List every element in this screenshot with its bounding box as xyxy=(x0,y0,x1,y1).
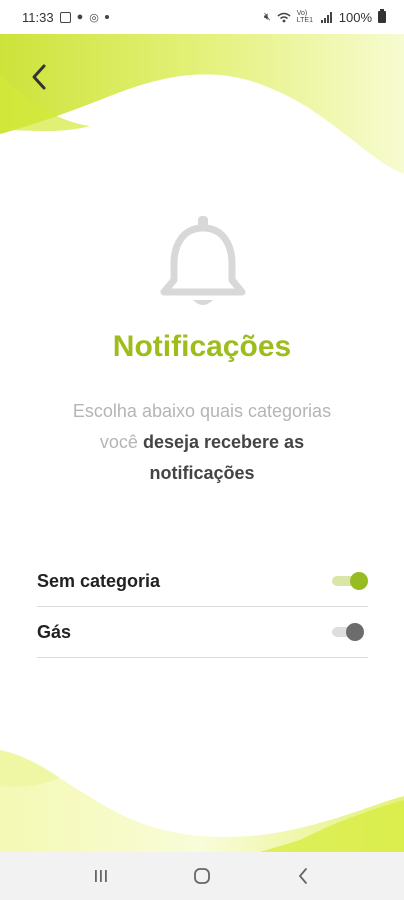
bottom-wave-decoration xyxy=(0,750,404,852)
back-icon xyxy=(299,868,308,884)
network-label: Vo) LTE1 xyxy=(296,10,313,24)
status-bar: 11:33 ● ◎ 🔇︎ Vo) LTE1 100% xyxy=(0,0,404,34)
system-nav-bar xyxy=(0,852,404,900)
home-icon xyxy=(194,868,210,884)
gallery-icon xyxy=(59,11,71,23)
setting-label: Sem categoria xyxy=(37,570,161,591)
battery-icon xyxy=(378,9,386,23)
toggle-gas[interactable] xyxy=(332,621,368,643)
recent-apps-icon xyxy=(94,870,107,882)
recent-apps-button[interactable] xyxy=(81,861,121,891)
setting-row-gas[interactable]: Gás xyxy=(37,607,368,658)
chevron-left-icon xyxy=(32,64,46,90)
mute-icon: 🔇︎ xyxy=(263,10,271,23)
subtitle-line-2-bold: deseja recebere as xyxy=(142,432,305,452)
bell-icon xyxy=(160,216,246,305)
dot-icon xyxy=(104,15,109,19)
subtitle-line-2-plain: você xyxy=(99,432,138,452)
toggle-sem-categoria[interactable] xyxy=(332,570,368,592)
toggle-knob xyxy=(350,572,368,590)
signal-icon xyxy=(320,11,332,23)
subtitle-line-2: você deseja recebere as xyxy=(0,427,404,458)
nav-back-button[interactable] xyxy=(283,861,323,891)
page-subtitle: Escolha abaixo quais categorias você des… xyxy=(0,396,404,489)
instagram-icon: ◎ xyxy=(89,11,99,24)
back-button[interactable] xyxy=(22,60,56,94)
status-right: 🔇︎ Vo) LTE1 100% xyxy=(263,9,386,25)
status-time: 11:33 xyxy=(22,9,54,25)
notification-categories-list: Sem categoria Gás xyxy=(37,556,368,658)
setting-row-sem-categoria[interactable]: Sem categoria xyxy=(37,556,368,607)
subtitle-line-1: Escolha abaixo quais categorias xyxy=(72,401,332,421)
wifi-icon xyxy=(277,12,291,22)
home-button[interactable] xyxy=(182,861,222,891)
toggle-knob xyxy=(346,623,364,641)
top-wave-decoration xyxy=(0,34,404,184)
subtitle-line-3: notificações xyxy=(149,463,255,483)
page-title: Notificações xyxy=(112,330,292,363)
setting-label: Gás xyxy=(37,621,72,642)
chat-icon: ● xyxy=(76,11,84,23)
status-left: 11:33 ● ◎ xyxy=(22,10,109,25)
battery-percent: 100% xyxy=(338,9,372,25)
